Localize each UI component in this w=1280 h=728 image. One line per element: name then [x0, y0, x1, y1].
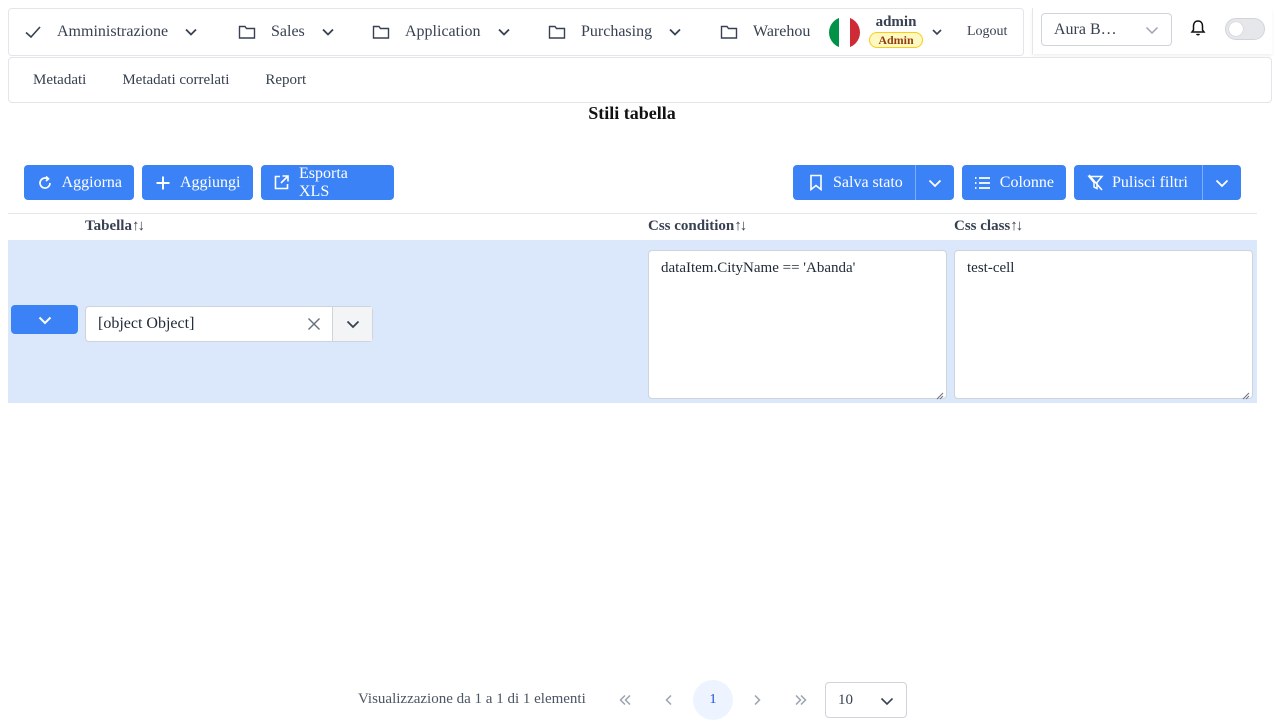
user-name: admin [875, 14, 917, 30]
css-condition-value: dataItem.CityName == 'Abanda' [661, 260, 856, 276]
bookmark-icon [807, 174, 825, 192]
sort-icon[interactable]: ↑↓ [1010, 218, 1023, 234]
css-class-value: test-cell [967, 260, 1015, 276]
refresh-label: Aggiorna [61, 173, 122, 191]
save-state-label: Salva stato [833, 173, 903, 191]
company-select[interactable]: Aura B… [1041, 13, 1172, 46]
chevron-down-icon[interactable] [184, 25, 198, 39]
header-right-panel: Aura B… [1032, 8, 1272, 54]
tab-metadati[interactable]: Metadati [33, 72, 86, 89]
previous-page-icon[interactable] [650, 681, 688, 719]
chevron-down-icon[interactable] [332, 307, 372, 341]
clear-filters-button[interactable]: Pulisci filtri [1074, 165, 1241, 200]
nav-item-label: Application [405, 23, 481, 40]
nav-item-warehouse[interactable]: Warehou [719, 9, 810, 55]
sort-icon[interactable]: ↑↓ [734, 218, 747, 234]
table-header: Tabella↑↓ Css condition↑↓ Css class↑↓ [8, 213, 1257, 240]
tab-report[interactable]: Report [265, 72, 306, 89]
next-page-icon[interactable] [738, 681, 776, 719]
chevron-down-icon[interactable] [321, 25, 335, 39]
page-title: Stili tabella [588, 103, 676, 123]
page-button-current[interactable]: 1 [693, 680, 733, 720]
folder-icon [719, 22, 739, 42]
chevron-down-icon [880, 694, 894, 708]
page-size-select[interactable]: 10 [825, 682, 907, 718]
nav-item-label: Warehou [753, 23, 811, 40]
column-header-label: Tabella [85, 218, 132, 234]
bell-icon[interactable] [1188, 18, 1208, 38]
column-header-tabella[interactable]: Tabella↑↓ [85, 218, 145, 235]
resize-grip-icon[interactable] [1242, 388, 1250, 400]
resize-grip-icon[interactable] [936, 388, 944, 400]
export-label: Esporta XLS [298, 164, 348, 200]
add-button[interactable]: Aggiungi [142, 165, 253, 200]
column-header-label: Css class [954, 218, 1011, 234]
tabella-value: [object Object] [98, 315, 195, 332]
tabella-combobox[interactable]: [object Object] [85, 306, 373, 342]
folder-icon [371, 22, 391, 42]
chevron-down-icon[interactable] [497, 25, 511, 39]
folder-icon [237, 22, 257, 42]
refresh-icon [36, 174, 54, 192]
chevron-down-icon[interactable] [1203, 165, 1241, 200]
css-condition-textarea[interactable]: dataItem.CityName == 'Abanda' [648, 250, 947, 400]
save-state-button[interactable]: Salva stato [793, 165, 954, 200]
clear-filters-label: Pulisci filtri [1112, 173, 1188, 191]
italian-flag-icon[interactable] [829, 17, 860, 48]
export-xls-button[interactable]: Esporta XLS [261, 165, 394, 200]
refresh-button[interactable]: Aggiorna [24, 165, 134, 200]
column-header-css-condition[interactable]: Css condition↑↓ [648, 218, 747, 235]
columns-button[interactable]: Colonne [962, 165, 1066, 200]
first-page-icon[interactable] [606, 681, 644, 719]
sub-tabs-bar: Metadati Metadati correlati Report [8, 57, 1272, 103]
company-select-value: Aura B… [1054, 20, 1117, 38]
user-role-badge: Admin [869, 32, 923, 48]
nav-item-purchasing[interactable]: Purchasing [547, 9, 682, 55]
data-table: Tabella↑↓ Css condition↑↓ Css class↑↓ [o… [8, 213, 1257, 403]
last-page-icon[interactable] [782, 681, 820, 719]
user-menu[interactable]: admin Admin [869, 14, 923, 49]
pager-info: Visualizzazione da 1 a 1 di 1 elementi [358, 691, 586, 707]
add-label: Aggiungi [180, 173, 241, 191]
folder-icon [547, 22, 567, 42]
check-icon [23, 22, 43, 42]
filter-slash-icon [1086, 174, 1104, 192]
row-actions-button[interactable] [11, 305, 78, 334]
close-icon[interactable] [304, 314, 324, 334]
columns-label: Colonne [999, 173, 1054, 191]
nav-item-label: Amministrazione [57, 23, 169, 40]
plus-icon [154, 174, 172, 192]
top-navbar: Amministrazione Sales Application Purcha… [8, 8, 1024, 56]
column-header-label: Css condition [648, 218, 735, 234]
page-size-value: 10 [838, 691, 853, 708]
nav-item-label: Purchasing [581, 23, 653, 40]
css-class-textarea[interactable]: test-cell [954, 250, 1253, 400]
list-icon [974, 174, 992, 192]
theme-toggle[interactable] [1225, 18, 1265, 40]
table-row[interactable]: [object Object] dataItem.CityName == 'Ab… [8, 240, 1257, 403]
sort-icon[interactable]: ↑↓ [132, 218, 145, 234]
chevron-down-icon[interactable] [931, 26, 943, 38]
nav-item-label: Sales [271, 23, 305, 40]
nav-item-sales[interactable]: Sales [237, 9, 335, 55]
external-link-icon [273, 174, 291, 192]
chevron-down-icon[interactable] [916, 165, 954, 200]
tab-metadati-correlati[interactable]: Metadati correlati [122, 72, 229, 89]
logout-button[interactable]: Logout [967, 24, 1007, 40]
column-header-css-class[interactable]: Css class↑↓ [954, 218, 1023, 235]
chevron-down-icon[interactable] [668, 25, 682, 39]
nav-item-amministrazione[interactable]: Amministrazione [23, 9, 198, 55]
chevron-down-icon [1145, 23, 1159, 37]
nav-item-application[interactable]: Application [371, 9, 511, 55]
pager: Visualizzazione da 1 a 1 di 1 elementi 1… [0, 680, 1280, 720]
chevron-down-icon [38, 316, 51, 324]
